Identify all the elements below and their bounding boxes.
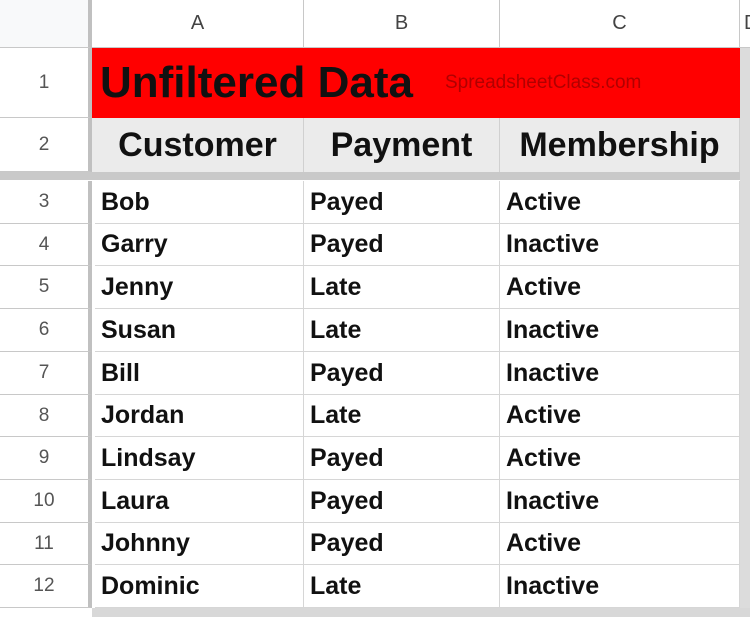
cell-payment[interactable]: Payed — [304, 224, 500, 266]
select-all-corner[interactable] — [0, 0, 92, 48]
column-d-area — [740, 48, 750, 617]
row-label: 9 — [38, 447, 50, 468]
cell-membership[interactable]: Inactive — [500, 565, 740, 608]
row-header-8[interactable]: 8 — [0, 395, 92, 437]
column-header-c[interactable]: C — [500, 0, 740, 48]
row-header-3[interactable]: 3 — [0, 181, 92, 224]
cell-payment[interactable]: Payed — [304, 437, 500, 480]
frozen-row-divider[interactable] — [0, 172, 750, 180]
column-label: B — [394, 12, 409, 34]
cell-payment[interactable]: Payed — [304, 523, 500, 565]
header-cell-payment[interactable]: Payment — [304, 118, 500, 172]
watermark-text: SpreadsheetClass.com — [444, 72, 642, 93]
column-label: A — [190, 12, 205, 34]
cell-customer[interactable]: Dominic — [95, 565, 304, 608]
row-label: 12 — [33, 575, 55, 596]
cell-payment[interactable]: Late — [304, 565, 500, 608]
row-header-10[interactable]: 10 — [0, 480, 92, 523]
row-label: 5 — [38, 276, 50, 297]
row-label: 10 — [33, 490, 55, 511]
row-label: 4 — [38, 233, 50, 255]
cell-customer[interactable]: Jordan — [95, 395, 304, 437]
row-label: 8 — [38, 404, 50, 426]
row-label: 6 — [38, 319, 50, 340]
row-header-2[interactable]: 2 — [0, 118, 92, 172]
header-label: Membership — [519, 125, 720, 164]
row-label: 11 — [34, 532, 54, 554]
cell-membership[interactable]: Active — [500, 437, 740, 480]
row-header-9[interactable]: 9 — [0, 437, 92, 480]
row-header-4[interactable]: 4 — [0, 224, 92, 266]
column-header-b[interactable]: B — [304, 0, 500, 48]
row-header-12[interactable]: 12 — [0, 565, 92, 608]
header-label: Customer — [118, 125, 277, 164]
row-header-5[interactable]: 5 — [0, 266, 92, 309]
row-label: 1 — [38, 71, 50, 93]
cell-membership[interactable]: Active — [500, 395, 740, 437]
cell-customer[interactable]: Laura — [95, 480, 304, 523]
title-text: Unfiltered Data — [100, 58, 413, 107]
spreadsheet-grid: A B C D 1 2 Unfiltered Data SpreadsheetC… — [0, 0, 750, 617]
cell-payment[interactable]: Late — [304, 395, 500, 437]
cell-payment[interactable]: Payed — [304, 181, 500, 224]
column-header-d[interactable]: D — [740, 0, 750, 48]
title-cell[interactable]: Unfiltered Data SpreadsheetClass.com — [92, 48, 740, 118]
row-header-11[interactable]: 11 — [0, 523, 92, 565]
cell-customer[interactable]: Bill — [95, 352, 304, 395]
column-header-a[interactable]: A — [92, 0, 304, 48]
cell-membership[interactable]: Inactive — [500, 224, 740, 266]
row-header-1[interactable]: 1 — [0, 48, 92, 118]
cell-customer[interactable]: Bob — [95, 181, 304, 224]
cell-payment[interactable]: Late — [304, 309, 500, 352]
column-label: D — [744, 12, 750, 35]
row-header-6[interactable]: 6 — [0, 309, 92, 352]
row-header-7[interactable]: 7 — [0, 352, 92, 395]
cell-payment[interactable]: Late — [304, 266, 500, 309]
grid-bottom-edge — [92, 608, 750, 617]
cell-customer[interactable]: Susan — [95, 309, 304, 352]
cell-membership[interactable]: Active — [500, 181, 740, 224]
cell-membership[interactable]: Inactive — [500, 309, 740, 352]
cell-customer[interactable]: Johnny — [95, 523, 304, 565]
row-label: 3 — [38, 191, 50, 212]
cell-customer[interactable]: Jenny — [95, 266, 304, 309]
cell-membership[interactable]: Active — [500, 266, 740, 309]
column-label: C — [612, 12, 627, 34]
header-label: Payment — [330, 125, 473, 164]
cell-customer[interactable]: Lindsay — [95, 437, 304, 480]
cell-membership[interactable]: Inactive — [500, 352, 740, 395]
header-cell-customer[interactable]: Customer — [92, 118, 304, 172]
cell-payment[interactable]: Payed — [304, 480, 500, 523]
cell-membership[interactable]: Inactive — [500, 480, 740, 523]
row-label: 7 — [38, 362, 50, 383]
cell-membership[interactable]: Active — [500, 523, 740, 565]
header-cell-membership[interactable]: Membership — [500, 118, 740, 172]
cell-customer[interactable]: Garry — [95, 224, 304, 266]
cell-payment[interactable]: Payed — [304, 352, 500, 395]
row-label: 2 — [38, 133, 50, 155]
